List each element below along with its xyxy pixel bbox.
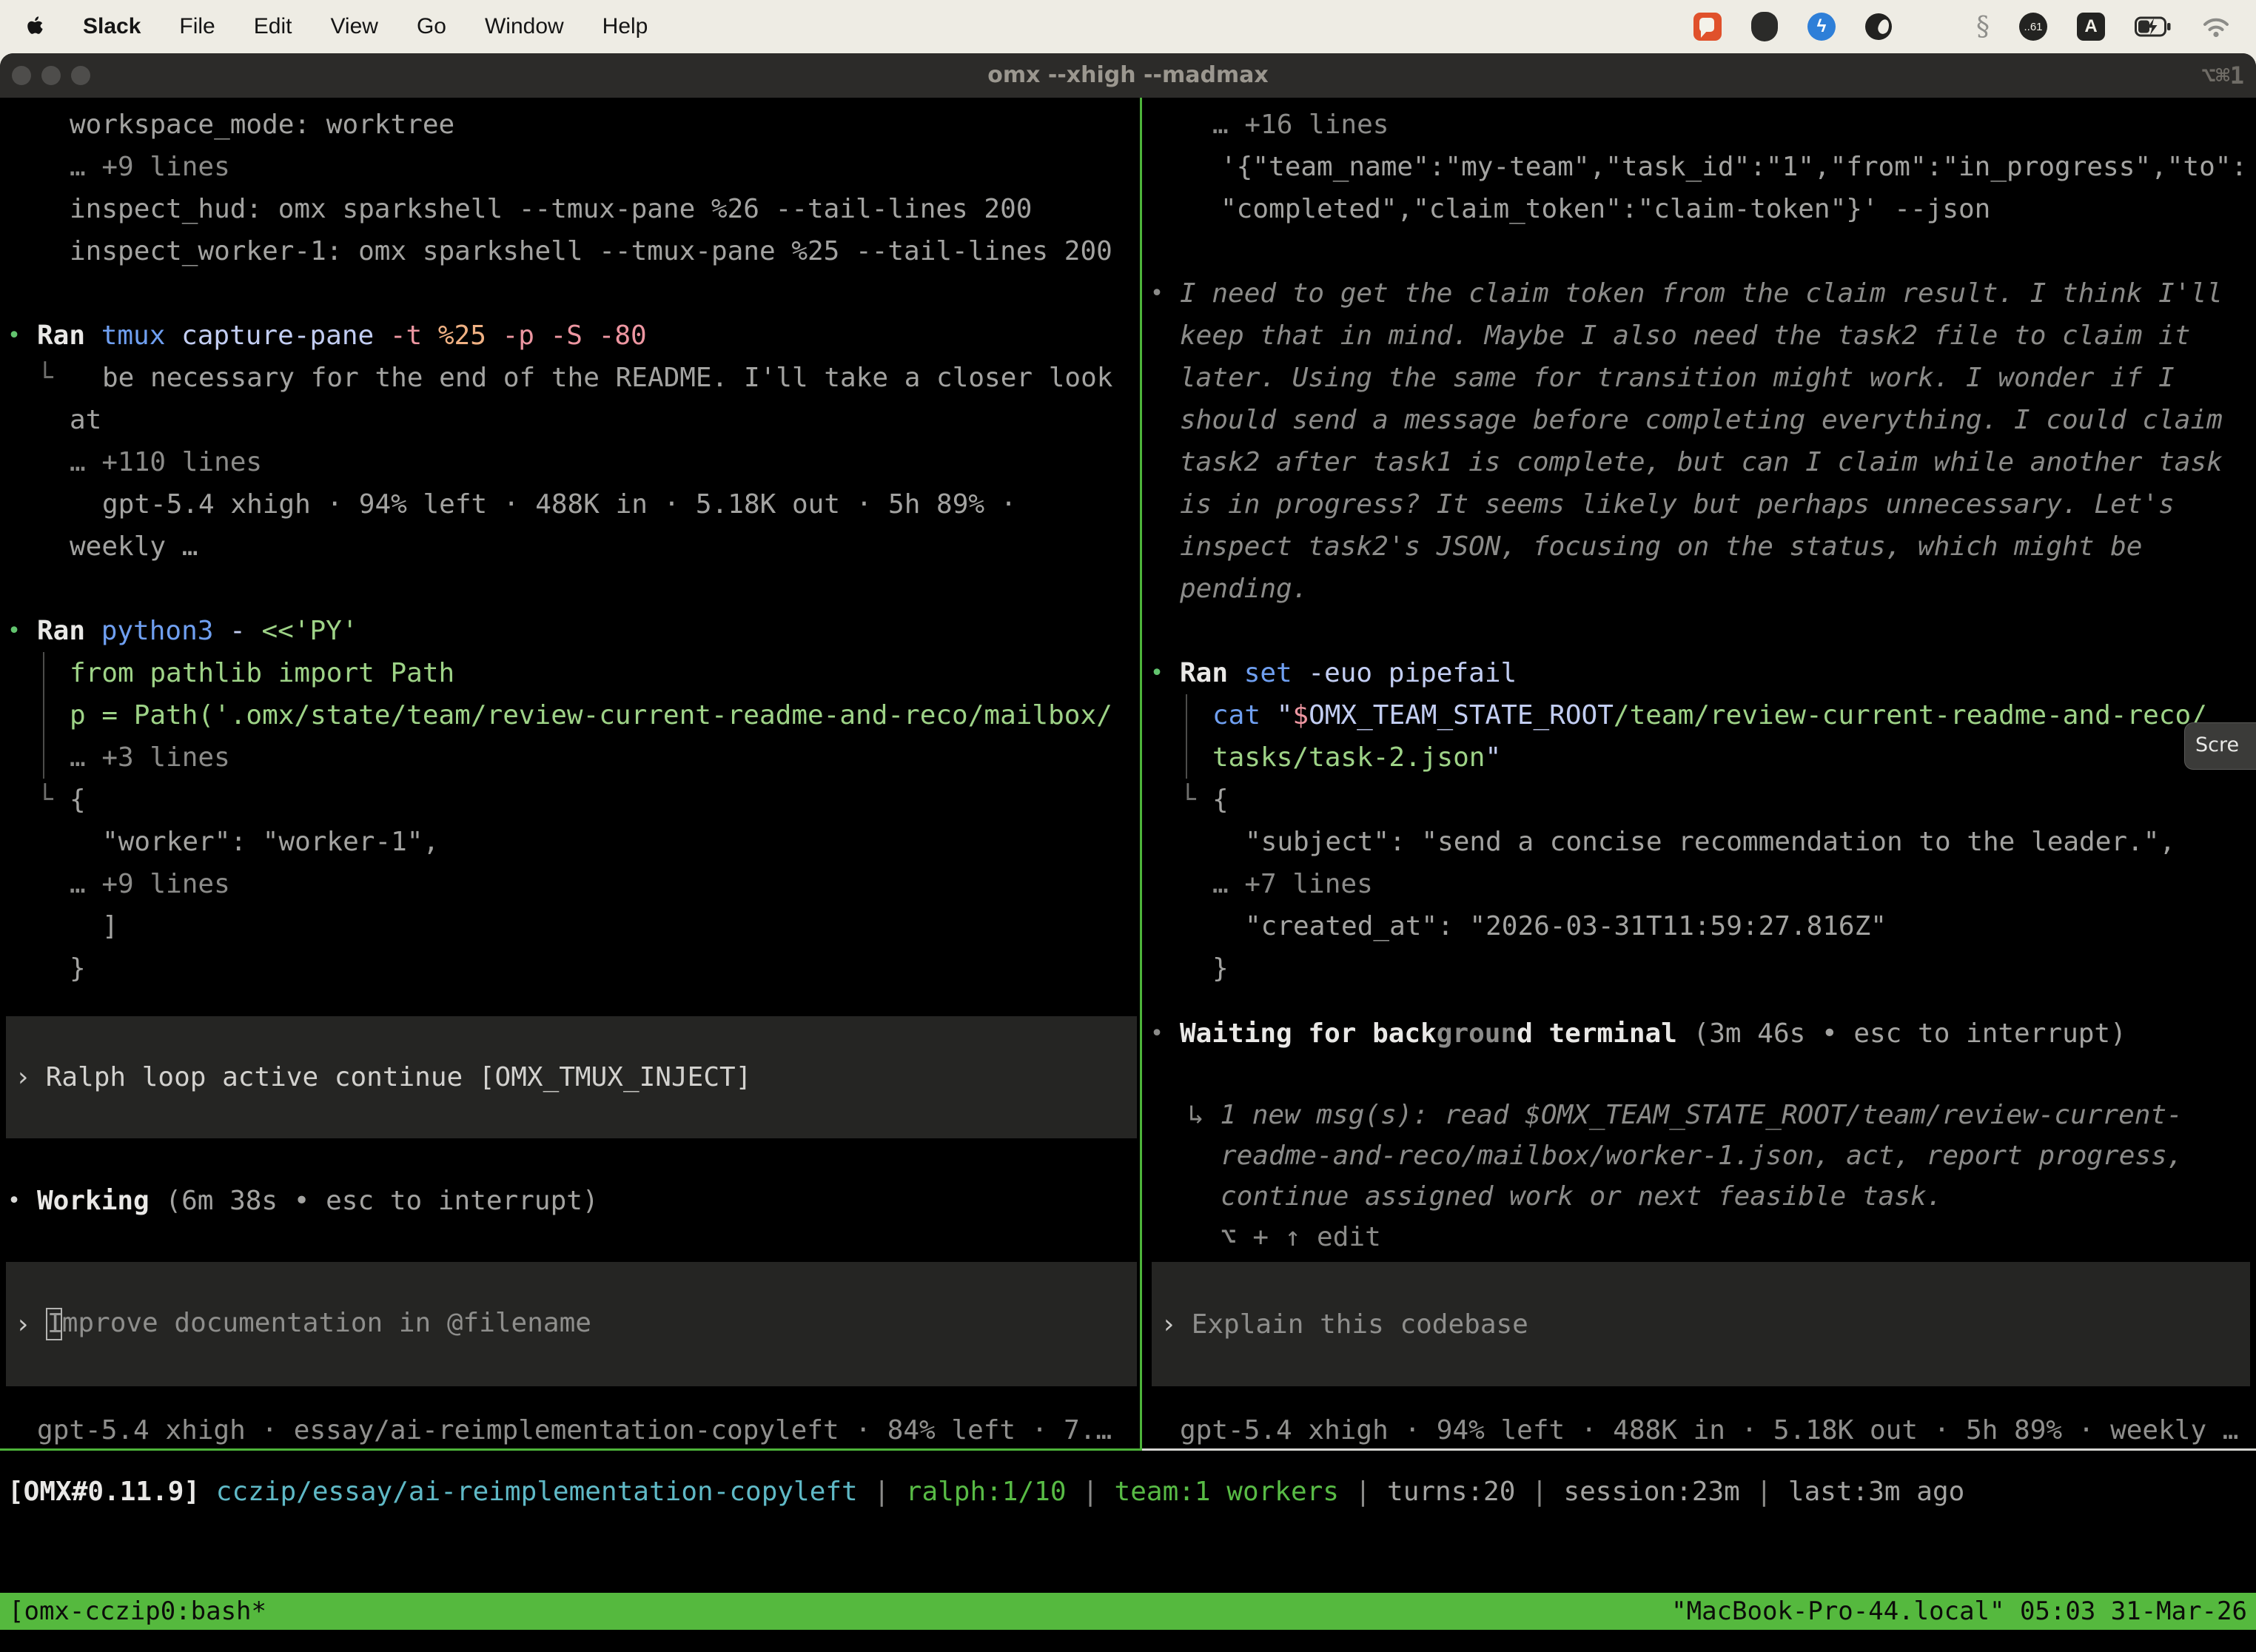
timer-badge-icon[interactable]: ..61 xyxy=(2019,13,2047,41)
left-prompt-input[interactable]: › Improve documentation in @filename xyxy=(6,1262,1137,1386)
working-status-line: •Working (6m 38s • esc to interrupt) xyxy=(0,1180,1140,1222)
ralph-loop-status-box: › Ralph loop active continue [OMX_TMUX_I… xyxy=(6,1016,1137,1138)
menu-item-edit[interactable]: Edit xyxy=(254,14,292,39)
tmux-host-clock: "MacBook-Pro-44.local" 05:03 31-Mar-26 xyxy=(1671,1593,2247,1630)
chat-app-status-icon[interactable] xyxy=(1693,13,1722,41)
left-model-status: gpt-5.4 xhigh · essay/ai-reimplementatio… xyxy=(0,1409,1177,1451)
text-cursor: I xyxy=(46,1308,62,1340)
menu-item-file[interactable]: File xyxy=(179,14,215,39)
prompt-chevron-icon: › xyxy=(1152,1309,1177,1340)
menu-item-window[interactable]: Window xyxy=(485,14,564,39)
crescent-circle-icon[interactable] xyxy=(1865,13,1892,40)
terminal-content: workspace_mode: worktree… +9 linesinspec… xyxy=(0,98,2256,1652)
right-prompt-input[interactable]: › Explain this codebase xyxy=(1152,1262,2250,1386)
screen: Slack File Edit View Go Window Help ϟ § … xyxy=(0,0,2256,1652)
screen-tooltip: Scre xyxy=(2184,722,2256,770)
menu-item-view[interactable]: View xyxy=(330,14,377,39)
tmux-status-bar: [omx-cczip0:bash* "MacBook-Pro-44.local"… xyxy=(0,1593,2256,1630)
menu-item-help[interactable]: Help xyxy=(602,14,648,39)
right-prompt-placeholder: Explain this codebase xyxy=(1192,1309,1528,1340)
ralph-loop-text: Ralph loop active continue [OMX_TMUX_INJ… xyxy=(46,1062,752,1092)
active-pane-bottom-border xyxy=(0,1448,1140,1451)
squiggle-icon[interactable]: § xyxy=(1976,12,1990,42)
prompt-chevron-icon: › xyxy=(6,1309,31,1340)
window-title: omx --xhigh --madmax xyxy=(0,53,2256,98)
left-prompt-placeholder: Improve documentation in @filename xyxy=(46,1308,591,1340)
shield-grid-icon[interactable] xyxy=(1751,12,1778,41)
blue-badge-icon[interactable]: ϟ xyxy=(1807,13,1836,41)
right-model-status: gpt-5.4 xhigh · 94% left · 488K in · 5.1… xyxy=(1143,1409,2256,1451)
omx-session-status-line: [OMX#0.11.9] cczip/essay/ai-reimplementa… xyxy=(0,1471,2256,1513)
right-pane-scrollback: … +16 lines'{"team_name":"my-team","task… xyxy=(1143,104,2256,990)
battery-icon[interactable] xyxy=(2135,16,2172,37)
tmux-session-window: [omx-cczip0:bash* xyxy=(9,1593,266,1630)
input-source-icon[interactable]: A xyxy=(2077,13,2105,41)
waiting-status-block: •Waiting for background terminal (3m 46s… xyxy=(1143,1013,2256,1258)
left-pane-scrollback: workspace_mode: worktree… +9 linesinspec… xyxy=(0,104,1140,990)
macos-menu-bar: Slack File Edit View Go Window Help ϟ § … xyxy=(0,0,2256,53)
menu-item-go[interactable]: Go xyxy=(417,14,446,39)
pane-divider[interactable] xyxy=(1140,98,1142,1451)
terminal-window: omx --xhigh --madmax ⌥⌘1 workspace_mode:… xyxy=(0,53,2256,1652)
wifi-icon[interactable] xyxy=(2201,16,2231,38)
menu-app-name[interactable]: Slack xyxy=(83,14,141,39)
dots-grid-icon[interactable] xyxy=(1921,14,1947,39)
chevron-icon: › xyxy=(6,1062,31,1092)
window-shortcut-badge: ⌥⌘1 xyxy=(2201,53,2244,98)
apple-menu-icon[interactable] xyxy=(27,16,44,37)
window-title-bar: omx --xhigh --madmax ⌥⌘1 xyxy=(0,53,2256,98)
